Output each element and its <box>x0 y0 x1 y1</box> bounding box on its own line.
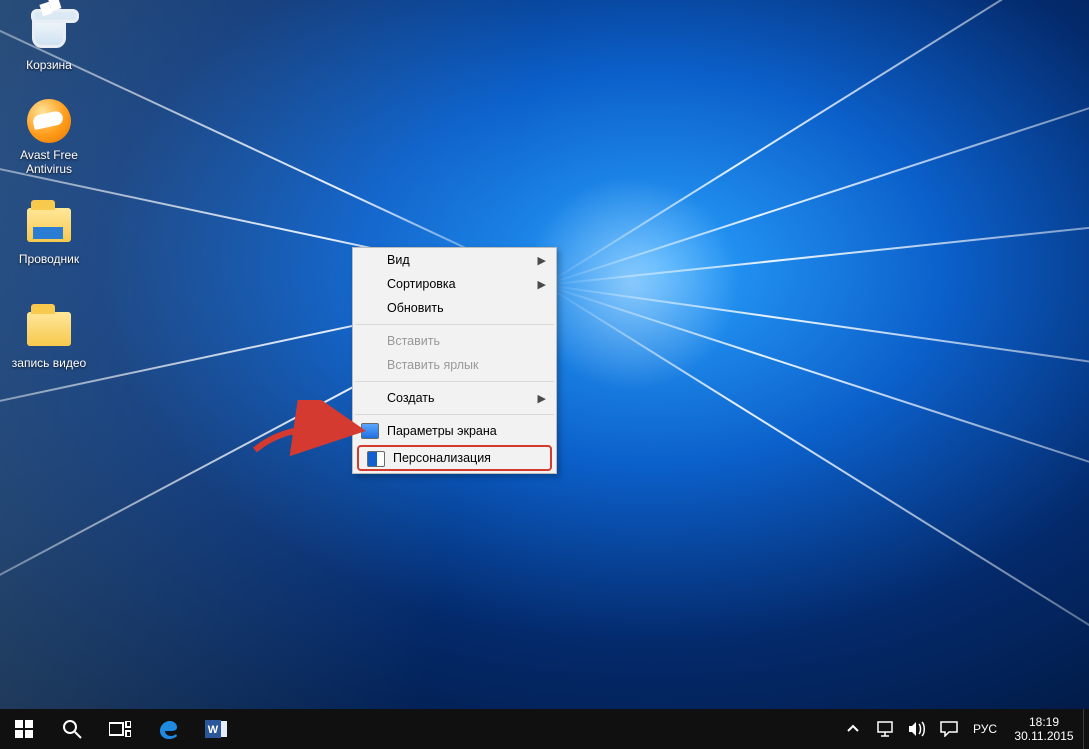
network-icon <box>876 721 894 737</box>
svg-text:W: W <box>208 724 219 736</box>
menu-item-create[interactable]: Создать ▶ <box>353 386 556 410</box>
tray-action-center-button[interactable] <box>933 709 965 749</box>
menu-item-paste-shortcut: Вставить ярлык <box>353 353 556 377</box>
menu-item-label: Вставить <box>387 334 440 348</box>
wallpaper-beam <box>544 284 1089 564</box>
wallpaper-beam <box>544 190 1089 286</box>
desktop-icon-label: Проводник <box>6 252 92 266</box>
tray-volume-button[interactable] <box>901 709 933 749</box>
chevron-right-icon: ▶ <box>538 254 546 267</box>
wallpaper-beam <box>544 284 1089 411</box>
menu-separator <box>355 414 554 415</box>
edge-icon <box>156 717 180 741</box>
menu-item-label: Параметры экрана <box>387 424 497 438</box>
menu-item-label: Сортировка <box>387 277 456 291</box>
wallpaper-beam <box>544 0 1089 285</box>
menu-item-refresh[interactable]: Обновить <box>353 296 556 320</box>
language-indicator[interactable]: РУС <box>965 722 1005 736</box>
desktop-context-menu: Вид ▶ Сортировка ▶ Обновить Вставить Вст… <box>352 247 557 474</box>
avast-icon <box>26 98 72 144</box>
menu-separator <box>355 324 554 325</box>
windows-logo-icon <box>15 720 33 738</box>
wallpaper-beam <box>544 6 1089 286</box>
tray-network-button[interactable] <box>869 709 901 749</box>
desktop-icon-avast[interactable]: Avast Free Antivirus <box>6 98 92 176</box>
desktop-icon-label: Корзина <box>6 58 92 72</box>
menu-item-personalize[interactable]: Персонализация <box>357 445 552 471</box>
task-view-icon <box>109 721 131 737</box>
show-desktop-button[interactable] <box>1083 709 1089 749</box>
menu-item-view[interactable]: Вид ▶ <box>353 248 556 272</box>
taskbar-app-word[interactable]: W <box>192 709 240 749</box>
folder-icon <box>26 306 72 352</box>
chevron-right-icon: ▶ <box>538 392 546 405</box>
search-icon <box>62 719 82 739</box>
action-center-icon <box>940 721 958 737</box>
system-tray: РУС 18:19 30.11.2015 <box>837 709 1089 749</box>
desktop-icon-video-rec[interactable]: запись видео <box>6 306 92 370</box>
desktop-icon-recycle-bin[interactable]: Корзина <box>6 8 92 72</box>
menu-item-label: Персонализация <box>393 451 491 465</box>
menu-item-sort[interactable]: Сортировка ▶ <box>353 272 556 296</box>
desktop[interactable]: Корзина Avast Free Antivirus Проводник з… <box>0 0 1089 709</box>
clock-date: 30.11.2015 <box>1005 729 1083 743</box>
recycle-bin-icon <box>26 8 72 54</box>
tray-overflow-button[interactable] <box>837 709 869 749</box>
menu-item-display-settings[interactable]: Параметры экрана <box>353 419 556 443</box>
search-button[interactable] <box>48 709 96 749</box>
menu-item-paste: Вставить <box>353 329 556 353</box>
desktop-icon-label: Avast Free Antivirus <box>6 148 92 176</box>
chevron-right-icon: ▶ <box>538 278 546 291</box>
clock[interactable]: 18:19 30.11.2015 <box>1005 715 1083 743</box>
personalize-icon <box>367 451 385 467</box>
menu-item-label: Вставить ярлык <box>387 358 479 372</box>
start-button[interactable] <box>0 709 48 749</box>
monitor-icon <box>361 423 379 439</box>
clock-time: 18:19 <box>1005 715 1083 729</box>
word-icon: W <box>205 718 227 740</box>
speaker-icon <box>908 721 926 737</box>
menu-item-label: Создать <box>387 391 435 405</box>
menu-item-label: Вид <box>387 253 410 267</box>
task-view-button[interactable] <box>96 709 144 749</box>
file-explorer-icon <box>26 202 72 248</box>
taskbar-app-edge[interactable] <box>144 709 192 749</box>
menu-item-label: Обновить <box>387 301 444 315</box>
taskbar: W РУС <box>0 709 1089 749</box>
menu-separator <box>355 381 554 382</box>
desktop-icon-explorer[interactable]: Проводник <box>6 202 92 266</box>
desktop-icon-label: запись видео <box>6 356 92 370</box>
chevron-up-icon <box>847 723 859 735</box>
wallpaper-beam <box>544 284 1089 709</box>
